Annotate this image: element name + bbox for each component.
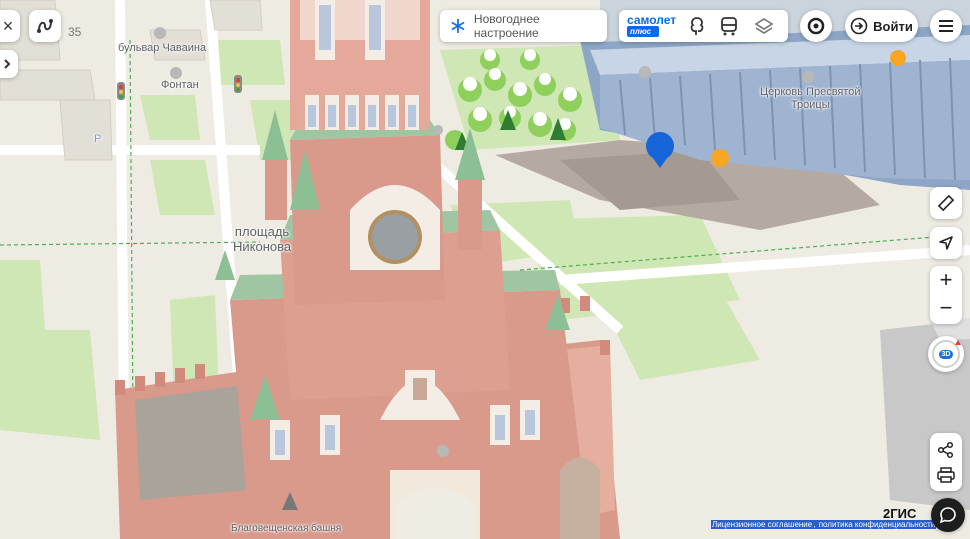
- login-icon: [850, 17, 868, 35]
- assistant-button[interactable]: [800, 10, 832, 42]
- promo-label: Новогоднее настроение: [473, 12, 540, 40]
- service-toolbar: самолет плюс: [619, 10, 788, 42]
- chevron-right-icon: [4, 59, 11, 69]
- compass-mode: 3D: [938, 349, 954, 359]
- map-canvas[interactable]: [0, 0, 970, 539]
- zoom-out-button[interactable]: −: [940, 295, 953, 323]
- zoom-in-button[interactable]: +: [940, 267, 953, 295]
- bus-icon[interactable]: [720, 16, 738, 36]
- print-icon[interactable]: [937, 467, 955, 483]
- label-church: Церковь Пресвятой Троицы: [760, 86, 861, 112]
- chat-bubble-icon: [939, 507, 956, 524]
- ruler-button[interactable]: [930, 187, 962, 219]
- label-square: площадь Никонова: [233, 224, 291, 254]
- login-button[interactable]: Войти: [845, 10, 918, 42]
- assistant-icon: [807, 17, 825, 35]
- label-church-line1: Церковь Пресвятой: [760, 86, 861, 98]
- menu-button[interactable]: [930, 10, 962, 42]
- close-icon: ×: [2, 15, 14, 36]
- footer-links: Лицензионное соглашение, политика конфид…: [711, 520, 937, 529]
- chat-button[interactable]: [931, 498, 965, 532]
- label-square-line2: Никонова: [233, 239, 292, 254]
- compass-north-marker: [955, 340, 961, 345]
- hamburger-icon: [939, 20, 953, 32]
- snowflake-icon: [451, 19, 465, 33]
- label-square-line1: площадь: [234, 224, 290, 239]
- route-badge: 35: [68, 25, 82, 39]
- route-icon: [37, 19, 53, 33]
- compass-button[interactable]: 3D: [928, 336, 964, 372]
- login-label: Войти: [873, 18, 913, 34]
- tree-icon[interactable]: [688, 16, 706, 36]
- ruler-icon: [937, 194, 955, 212]
- privacy-link[interactable]: политика конфиденциальности: [817, 520, 937, 529]
- my-location-button[interactable]: [930, 227, 962, 259]
- zoom-control: + −: [930, 266, 962, 324]
- samolet-logo[interactable]: самолет плюс: [627, 13, 677, 37]
- navigation-arrow-icon: [939, 236, 953, 250]
- expand-sidebar-button[interactable]: [0, 50, 18, 78]
- routes-button[interactable]: [29, 10, 61, 42]
- label-church-line2: Троицы: [790, 99, 830, 111]
- samolet-bottom: плюс: [627, 26, 659, 37]
- label-tower: Благовещенская башня: [231, 523, 342, 534]
- share-icon[interactable]: [937, 441, 955, 459]
- share-print-group: [930, 433, 962, 491]
- promo-button[interactable]: Новогоднее настроение: [440, 10, 607, 42]
- label-boulevard: бульвар Чаваина: [118, 42, 207, 54]
- compass-3d-icon: 3D: [932, 340, 961, 368]
- label-parking: P: [94, 133, 102, 145]
- close-button[interactable]: ×: [0, 10, 20, 42]
- license-link[interactable]: Лицензионное соглашение: [711, 520, 814, 529]
- layers-icon[interactable]: [754, 16, 774, 36]
- label-fountain: Фонтан: [161, 79, 199, 91]
- samolet-top: самолет: [627, 13, 677, 27]
- brand-logo[interactable]: 2ГИС: [883, 506, 916, 521]
